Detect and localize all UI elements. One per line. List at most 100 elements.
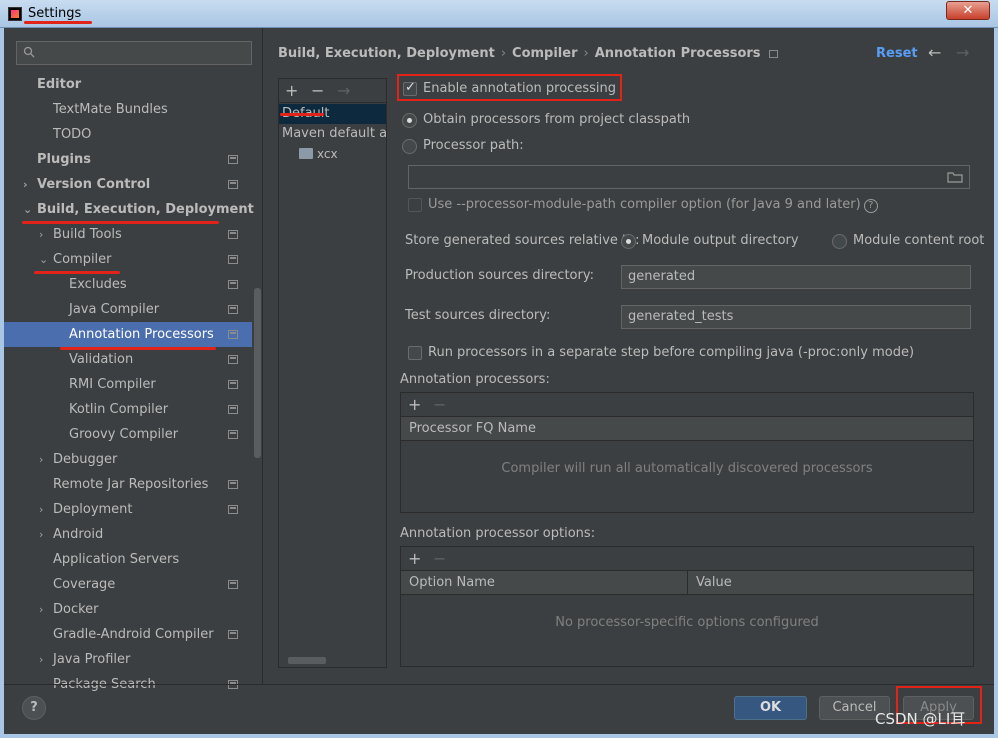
run-separate-step-checkbox[interactable] (408, 346, 422, 360)
sidebar-item-excludes[interactable]: Excludes (4, 272, 252, 297)
column-processor-fq-name[interactable]: Processor FQ Name (409, 421, 536, 436)
add-profile-icon[interactable]: + (285, 81, 298, 100)
module-path-option-checkbox[interactable] (408, 198, 422, 212)
sidebar-item-label: Build Tools (53, 227, 122, 242)
project-scope-icon (228, 330, 238, 339)
move-to-profile-icon[interactable]: → (337, 81, 350, 100)
processor-path-field[interactable] (408, 165, 970, 189)
sidebar-item-build-execution-deployment[interactable]: ⌄ Build, Execution, Deployment (4, 197, 254, 222)
back-arrow-icon[interactable]: ← (928, 43, 941, 62)
project-scope-icon (228, 430, 238, 439)
browse-folder-icon[interactable] (947, 171, 963, 183)
forward-arrow-icon[interactable]: → (956, 43, 969, 62)
module-output-directory-radio[interactable] (621, 234, 636, 249)
sidebar-item-label: Application Servers (53, 552, 180, 567)
chevron-right-icon[interactable]: › (39, 447, 43, 472)
chevron-down-icon[interactable]: ⌄ (39, 247, 48, 272)
project-scope-icon (228, 155, 238, 164)
chevron-right-icon[interactable]: › (39, 597, 43, 622)
test-sources-input[interactable]: generated_tests (621, 305, 971, 329)
sidebar-item-label: Build, Execution, Deployment (37, 202, 254, 217)
sidebar-item-groovy-compiler[interactable]: Groovy Compiler (4, 422, 252, 447)
sidebar-item-label: Editor (37, 77, 82, 92)
processors-table-header: Processor FQ Name (401, 417, 973, 441)
module-content-root-radio[interactable] (832, 234, 847, 249)
search-icon (23, 46, 35, 58)
sidebar-item-java-profiler[interactable]: › Java Profiler (4, 647, 252, 672)
ok-button[interactable]: OK (734, 696, 807, 720)
remove-option-icon[interactable]: − (433, 549, 446, 568)
module-path-option-label: Use --processor-module-path compiler opt… (428, 197, 878, 213)
chevron-right-icon[interactable]: › (39, 522, 43, 547)
profile-maven-default[interactable]: Maven default annotation processors prof… (279, 124, 386, 144)
sidebar-scrollbar[interactable] (254, 288, 261, 458)
profiles-h-scrollbar[interactable] (288, 657, 326, 664)
sidebar-item-version-control[interactable]: › Version Control (4, 172, 252, 197)
column-separator[interactable] (687, 571, 688, 595)
production-sources-value: generated (628, 269, 696, 284)
help-question-icon[interactable]: ? (863, 199, 878, 213)
sidebar-item-label: Plugins (37, 152, 91, 167)
sidebar-item-deployment[interactable]: › Deployment (4, 497, 252, 522)
sidebar-item-compiler[interactable]: ⌄ Compiler (4, 247, 252, 272)
options-empty-message: No processor-specific options configured (555, 615, 819, 630)
settings-search-input[interactable] (16, 41, 252, 65)
profiles-toolbar: + − → (279, 79, 386, 103)
chevron-right-icon[interactable]: › (39, 497, 43, 522)
sidebar-item-validation[interactable]: Validation (4, 347, 252, 372)
sidebar-item-label: Debugger (53, 452, 118, 467)
project-scope-icon (228, 230, 238, 239)
sidebar-item-debugger[interactable]: › Debugger (4, 447, 252, 472)
remove-profile-icon[interactable]: − (311, 81, 324, 100)
sidebar-item-application-servers[interactable]: Application Servers (4, 547, 252, 572)
window-close-button[interactable]: ✕ (946, 1, 990, 20)
sidebar-item-build-tools[interactable]: › Build Tools (4, 222, 252, 247)
project-scope-icon (228, 405, 238, 414)
help-button[interactable]: ? (22, 696, 46, 720)
chevron-right-icon[interactable]: › (23, 172, 28, 197)
sidebar-item-label: RMI Compiler (69, 377, 156, 392)
column-value[interactable]: Value (696, 575, 732, 590)
module-output-directory-label: Module output directory (642, 233, 799, 248)
project-scope-icon (228, 480, 238, 489)
sidebar-item-label: Compiler (53, 252, 112, 267)
column-option-name[interactable]: Option Name (409, 575, 495, 590)
breadcrumb: Build, Execution, Deployment › Compiler › An… (278, 46, 778, 61)
project-scope-icon (228, 280, 238, 289)
sidebar-item-rmi-compiler[interactable]: RMI Compiler (4, 372, 252, 397)
sidebar-item-docker[interactable]: › Docker (4, 597, 252, 622)
sidebar-item-label: TextMate Bundles (53, 102, 168, 117)
sidebar-item-textmate-bundles[interactable]: TextMate Bundles (4, 97, 252, 122)
sidebar-item-label: Annotation Processors (69, 327, 214, 342)
sidebar-item-kotlin-compiler[interactable]: Kotlin Compiler (4, 397, 252, 422)
remove-processor-icon[interactable]: − (433, 395, 446, 414)
sidebar-item-android[interactable]: › Android (4, 522, 252, 547)
sidebar-item-label: Remote Jar Repositories (53, 477, 209, 492)
production-sources-input[interactable]: generated (621, 265, 971, 289)
project-scope-icon (228, 305, 238, 314)
sidebar-item-remote-jar-repositories[interactable]: Remote Jar Repositories (4, 472, 252, 497)
sidebar-divider[interactable] (262, 28, 263, 684)
annotation-processors-table: + − Processor FQ Name Compiler will run … (400, 392, 974, 513)
sidebar-item-editor[interactable]: Editor (4, 72, 252, 97)
sidebar-item-todo[interactable]: TODO (4, 122, 252, 147)
sidebar-item-annotation-processors[interactable]: Annotation Processors (4, 322, 252, 347)
chevron-right-icon[interactable]: › (39, 222, 43, 247)
add-processor-icon[interactable]: + (408, 395, 421, 414)
processor-path-radio[interactable] (402, 139, 417, 154)
chevron-down-icon[interactable]: ⌄ (23, 197, 32, 222)
module-xcx[interactable]: xcx (279, 144, 386, 164)
sidebar-item-plugins[interactable]: Plugins (4, 147, 252, 172)
footer-divider (4, 684, 994, 685)
processor-path-label: Processor path: (423, 138, 524, 153)
module-folder-icon (299, 148, 313, 159)
profile-maven-label: Maven default annotation processors prof… (282, 126, 386, 141)
reset-link[interactable]: Reset (876, 46, 918, 61)
sidebar-item-gradle-android-compiler[interactable]: Gradle-Android Compiler (4, 622, 252, 647)
sidebar-item-java-compiler[interactable]: Java Compiler (4, 297, 252, 322)
sidebar-item-coverage[interactable]: Coverage (4, 572, 252, 597)
chevron-right-icon[interactable]: › (39, 647, 43, 672)
add-option-icon[interactable]: + (408, 549, 421, 568)
obtain-from-classpath-radio[interactable] (402, 113, 417, 128)
sidebar-item-label: Java Compiler (69, 302, 160, 317)
